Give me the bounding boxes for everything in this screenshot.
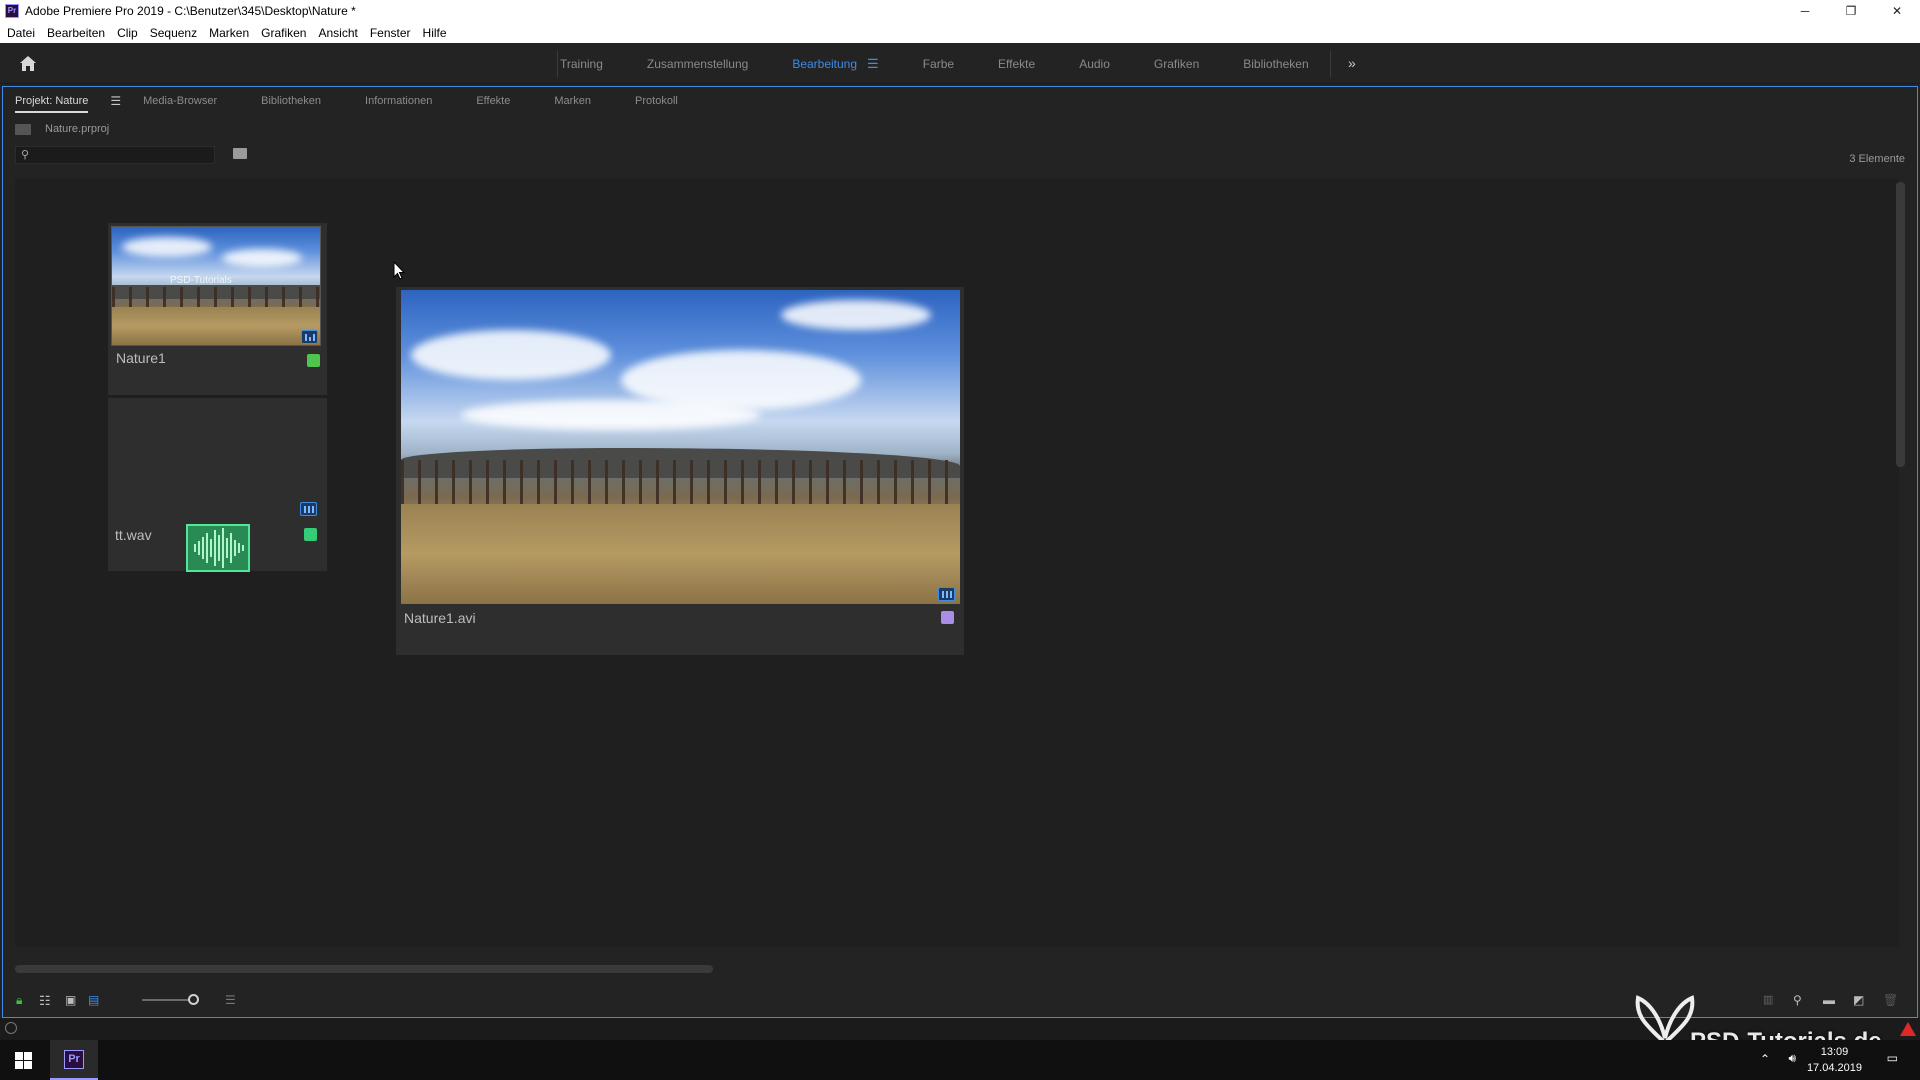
window-title: Adobe Premiere Pro 2019 - C:\Benutzer\34…	[25, 4, 356, 18]
zoom-slider-handle[interactable]	[188, 994, 199, 1005]
tab-effekte[interactable]: Effekte	[476, 95, 510, 107]
sort-icons-icon[interactable]: ☰	[225, 993, 236, 1007]
menu-sequenz[interactable]: Sequenz	[150, 26, 197, 40]
project-file-name: Nature.prproj	[45, 123, 110, 135]
warning-icon[interactable]	[1900, 1022, 1916, 1036]
freeform-view-icon[interactable]: ▤	[88, 993, 99, 1007]
taskbar-clock[interactable]: 13:09 17.04.2019	[1807, 1044, 1862, 1076]
audio-waveform-icon	[186, 524, 250, 572]
item-name-nature1-avi: Nature1.avi	[404, 610, 476, 626]
tab-protokoll[interactable]: Protokoll	[635, 95, 678, 107]
workspace-zusammenstellung[interactable]: Zusammenstellung	[647, 57, 748, 71]
clock-date: 17.04.2019	[1806, 1062, 1862, 1074]
icon-view-icon[interactable]: ▣	[65, 993, 76, 1007]
project-item-nature1-avi[interactable]	[396, 287, 964, 655]
close-button[interactable]: ✕	[1874, 0, 1920, 22]
notifications-icon[interactable]: ▭	[1887, 1051, 1898, 1065]
tab-projekt[interactable]: Projekt: Nature	[15, 95, 89, 113]
menu-marken[interactable]: Marken	[209, 26, 249, 40]
workspace-effekte[interactable]: Effekte	[998, 57, 1035, 71]
menu-grafiken[interactable]: Grafiken	[261, 26, 306, 40]
panel-tabs: Projekt: Nature ☰ Media-Browser Biblioth…	[3, 87, 1917, 114]
list-view-icon[interactable]: ☷	[39, 993, 51, 1009]
menu-ansicht[interactable]: Ansicht	[318, 26, 357, 40]
more-workspaces-icon[interactable]: »	[1348, 55, 1356, 71]
premiere-taskbar-icon: Pr	[64, 1050, 84, 1069]
title-bar: Pr Adobe Premiere Pro 2019 - C:\Benutzer…	[0, 0, 1920, 22]
zoom-slider-track[interactable]	[142, 999, 194, 1001]
volume-icon[interactable]: 🔊︎	[1788, 1051, 1796, 1066]
workspace-bearbeitung[interactable]: Bearbeitung	[792, 57, 857, 71]
thumbnail-overlay-text: PSD-Tutorials	[170, 275, 232, 286]
lock-icon[interactable]: 🔒︎	[16, 993, 22, 1008]
menu-hilfe[interactable]: Hilfe	[423, 26, 447, 40]
status-icon	[5, 1022, 17, 1034]
tab-media-browser[interactable]: Media-Browser	[143, 95, 217, 107]
tab-bibliotheken[interactable]: Bibliotheken	[261, 95, 321, 107]
menu-fenster[interactable]: Fenster	[370, 26, 411, 40]
panel-menu-icon[interactable]: ☰	[110, 94, 121, 108]
tab-marken[interactable]: Marken	[554, 95, 591, 107]
minimize-button[interactable]: ─	[1782, 0, 1828, 22]
workspace-grafiken[interactable]: Grafiken	[1154, 57, 1199, 71]
workspace-training[interactable]: Training	[560, 57, 603, 71]
video-badge-icon	[938, 587, 955, 601]
label-color-chip-tt-wav[interactable]	[304, 528, 317, 541]
project-panel: Projekt: Nature ☰ Media-Browser Biblioth…	[2, 86, 1918, 1018]
audio-badge-icon	[300, 502, 317, 516]
tray-chevron-icon[interactable]: ⌃	[1760, 1052, 1770, 1066]
search-icon: ⚲	[21, 149, 30, 161]
workspace-menu-icon[interactable]: ☰	[867, 56, 879, 72]
workspace-audio[interactable]: Audio	[1079, 57, 1110, 71]
restore-button[interactable]: ❐	[1828, 0, 1874, 22]
workspace-bar: Training Zusammenstellung Bearbeitung ☰ …	[0, 43, 1920, 84]
project-folder-icon	[15, 123, 31, 135]
item-name-tt-wav: tt.wav	[115, 527, 152, 543]
thumbnail-nature1-avi	[401, 290, 960, 604]
premiere-app-icon: Pr	[5, 4, 19, 18]
menu-bar: Datei Bearbeiten Clip Sequenz Marken Gra…	[0, 22, 1920, 43]
watermark: PSD-Tutorials.de	[1630, 988, 1890, 1055]
workspace-bibliotheken[interactable]: Bibliotheken	[1243, 57, 1308, 71]
mouse-cursor-icon	[393, 261, 405, 280]
item-name-nature1-label: Nature1	[116, 350, 166, 366]
sequence-badge-icon	[301, 330, 318, 344]
label-color-chip[interactable]	[307, 354, 320, 367]
menu-datei[interactable]: Datei	[7, 26, 35, 40]
project-path: Nature.prproj	[15, 123, 109, 135]
horizontal-scrollbar[interactable]	[15, 965, 713, 973]
menu-clip[interactable]: Clip	[117, 26, 138, 40]
windows-start-icon[interactable]	[15, 1052, 32, 1069]
home-icon[interactable]	[18, 54, 38, 74]
menu-bearbeiten[interactable]: Bearbeiten	[47, 26, 105, 40]
vertical-scrollbar[interactable]	[1896, 182, 1905, 467]
search-input[interactable]: ⚲	[15, 146, 215, 164]
thumbnail-nature1: PSD-Tutorials	[111, 226, 321, 346]
windows-taskbar: Pr ⌃ 🔊︎ 13:09 17.04.2019 ▭	[0, 1040, 1920, 1080]
project-item-nature1[interactable]: PSD-Tutorials Nature1	[108, 223, 327, 395]
clock-time: 13:09	[1820, 1046, 1849, 1058]
tab-informationen[interactable]: Informationen	[365, 95, 432, 107]
label-color-chip-nature1-avi[interactable]	[941, 611, 954, 624]
item-count: 3 Elemente	[1849, 153, 1905, 165]
new-bin-from-search-icon[interactable]	[233, 148, 247, 159]
workspace-farbe[interactable]: Farbe	[923, 57, 954, 71]
taskbar-premiere-button[interactable]: Pr	[50, 1040, 98, 1080]
